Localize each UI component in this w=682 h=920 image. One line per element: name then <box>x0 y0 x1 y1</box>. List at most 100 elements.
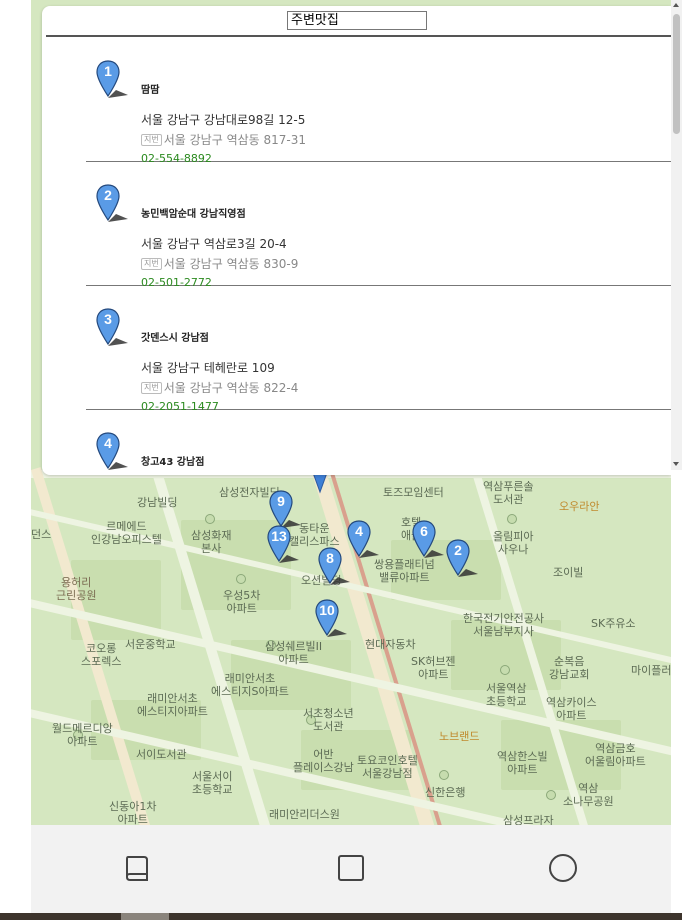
square-icon[interactable] <box>336 853 366 883</box>
map-label: SK주유소 <box>591 617 636 630</box>
result-marker-icon: 2 <box>96 184 130 224</box>
search-results-panel: 주변맛집 1 땀땀 서울 강남구 강남대로98길 12-5 지번 서울 강남구 역… <box>42 6 671 475</box>
map-label: 마이플러 <box>631 664 671 677</box>
result-name[interactable]: 땀땀 <box>141 81 159 96</box>
scroll-down-arrow-icon[interactable] <box>673 462 679 466</box>
poi-dot <box>205 514 215 524</box>
jibun-text: 서울 강남구 역삼동 830-9 <box>163 257 299 271</box>
map-marker[interactable]: 4 <box>347 520 381 560</box>
map-label: 삼성쉐르빌II 아파트 <box>265 640 323 666</box>
taskbar-highlight <box>121 913 169 920</box>
scrollbar-thumb[interactable] <box>673 14 680 134</box>
map-label: 서운중학교 <box>125 638 176 651</box>
map-marker-number: 9 <box>277 493 285 509</box>
result-number: 2 <box>104 187 112 203</box>
map-label: 역삼금호 어울림아파트 <box>585 742 646 768</box>
circle-icon[interactable] <box>548 853 578 883</box>
map-label: 역삼 소나무공원 <box>563 782 614 808</box>
page-scrollbar[interactable] <box>671 0 682 470</box>
result-road-address: 서울 강남구 역삼로3길 20-4 <box>141 237 287 251</box>
map-label: 올림피아 사우나 <box>493 530 534 556</box>
map-label: 용허리 근린공원 <box>56 576 97 602</box>
map-marker[interactable]: 10 <box>315 599 349 639</box>
map-marker-number: 10 <box>319 602 335 618</box>
scroll-up-arrow-icon[interactable] <box>673 3 679 7</box>
map-label: 코오롱 스포렉스 <box>81 642 122 668</box>
map-label: 래미안서초 에스티지아파트 <box>137 692 208 718</box>
map-label: 삼성프라자 <box>503 814 554 825</box>
result-jibun-address: 지번 서울 강남구 역삼동 822-4 <box>141 379 298 396</box>
result-number: 3 <box>104 311 112 327</box>
result-jibun-address: 지번 서울 강남구 역삼동 817-31 <box>141 131 306 148</box>
map-label: 신동아1차 아파트 <box>109 800 157 825</box>
map-label: 래미안리더스원 <box>269 808 340 821</box>
map-label: 삼성화재 본사 <box>191 529 232 555</box>
system-navigation-bar <box>31 825 671 915</box>
map-label: 오우라안 <box>559 500 600 513</box>
map-label: 역삼푸른솔 도서관 <box>483 480 534 506</box>
result-name[interactable]: 농민백암순대 강남직영점 <box>141 205 246 220</box>
result-item[interactable]: 1 땀땀 서울 강남구 강남대로98길 12-5 지번 서울 강남구 역삼동 81… <box>86 38 671 165</box>
poi-dot <box>507 514 517 524</box>
map-label: 강남빌딩 <box>137 496 178 509</box>
device-screen: 삼성전자빌딩 토즈모임센터 역삼푸른솔 도서관 오우라안 강남빌딩 르메에드 인… <box>31 0 671 920</box>
map-label: 르메에드 인강남오피스텔 <box>91 520 162 546</box>
map-label: 현대자동차 <box>365 638 416 651</box>
result-jibun-address: 지번 서울 강남구 역삼동 830-9 <box>141 255 298 272</box>
map-label: 노브랜드 <box>439 730 480 743</box>
book-icon[interactable] <box>122 853 152 883</box>
result-name[interactable]: 창고43 강남점 <box>141 453 204 468</box>
jibun-text: 서울 강남구 역삼동 817-31 <box>163 133 307 147</box>
map-label: 월드메르디앙 아파트 <box>52 722 113 748</box>
map-label: 어반 플레이스강남 <box>293 748 354 774</box>
result-name[interactable]: 갓덴스시 강남점 <box>141 329 209 344</box>
map-marker[interactable]: 2 <box>446 539 480 579</box>
jibun-text: 서울 강남구 역삼동 822-4 <box>163 381 299 395</box>
map-label: 쌍용플래티넘 밸류아파트 <box>374 558 435 584</box>
result-item[interactable]: 3 갓덴스시 강남점 서울 강남구 테헤란로 109 지번 서울 강남구 역삼동 … <box>86 286 671 413</box>
map-label: 서울서이 초등학교 <box>192 770 233 796</box>
map-label: SK허브젠 아파트 <box>411 655 456 681</box>
map-label: 서이도서관 <box>136 748 187 761</box>
map-label: 서울역삼 초등학교 <box>486 682 527 708</box>
map-label: 한국전기안전공사 서울남부지사 <box>463 612 544 638</box>
result-item[interactable]: 2 농민백암순대 강남직영점 서울 강남구 역삼로3길 20-4 지번 서울 강남… <box>86 162 671 289</box>
result-marker-icon: 1 <box>96 60 130 100</box>
map-label: 토즈모임센터 <box>383 486 444 499</box>
poi-dot <box>236 574 246 584</box>
map-label: 역삼한스빌 아파트 <box>497 750 548 776</box>
poi-dot <box>546 790 556 800</box>
result-number: 4 <box>104 435 112 451</box>
map-label: 래미안서초 에스티지S아파트 <box>211 672 289 698</box>
map-label: 조이빌 <box>553 566 584 579</box>
map-marker[interactable]: 13 <box>267 525 301 565</box>
map-marker-number: 4 <box>355 523 363 539</box>
search-input[interactable]: 주변맛집 <box>287 11 427 30</box>
jibun-tag: 지번 <box>141 134 162 146</box>
poi-dot <box>500 665 510 675</box>
map-marker[interactable]: 6 <box>412 520 446 560</box>
map-label: 던스 <box>31 528 52 541</box>
result-item[interactable]: 4 창고43 강남점 <box>86 410 671 475</box>
result-marker-icon: 4 <box>96 432 130 472</box>
jibun-tag: 지번 <box>141 258 162 270</box>
map-label: 역삼카이스 아파트 <box>546 696 597 722</box>
jibun-tag: 지번 <box>141 382 162 394</box>
map-label: 우성5차 아파트 <box>223 589 261 615</box>
map-marker[interactable]: 9 <box>269 490 303 530</box>
map-label: 순복음 강남교회 <box>549 655 590 681</box>
taskbar-strip <box>0 913 682 920</box>
results-list[interactable]: 1 땀땀 서울 강남구 강남대로98길 12-5 지번 서울 강남구 역삼동 81… <box>86 38 671 475</box>
map-label: 토요코인호텔 서울강남점 <box>357 754 418 780</box>
map-marker-number: 2 <box>454 542 462 558</box>
map-marker-number: 8 <box>326 550 334 566</box>
poi-dot <box>439 770 449 780</box>
panel-divider <box>46 35 671 37</box>
result-number: 1 <box>104 63 112 79</box>
map-label: 서초청소년 도서관 <box>303 707 354 733</box>
result-road-address: 서울 강남구 테헤란로 109 <box>141 361 275 375</box>
map-label: 신한은행 <box>425 786 466 799</box>
map-marker-number: 6 <box>420 523 428 539</box>
map-marker-number: 13 <box>271 528 287 544</box>
result-marker-icon: 3 <box>96 308 130 348</box>
